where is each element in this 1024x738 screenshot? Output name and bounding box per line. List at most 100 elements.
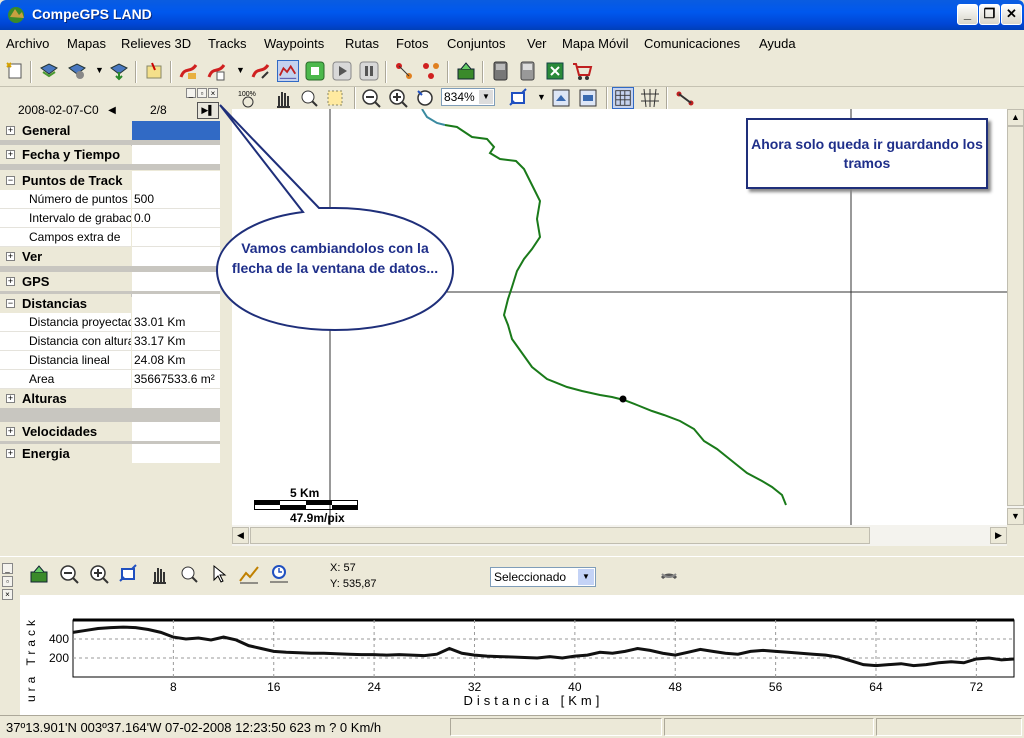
profile-chart-canvas[interactable]: 8 16 24 32 40 48 56 64 72 200 400 Distancia [Km] ura… (20, 595, 1024, 715)
route-icon[interactable] (393, 60, 415, 82)
menu-relieves-3d[interactable]: Relieves 3D (121, 36, 191, 51)
category-energia[interactable]: + Energia (0, 444, 220, 463)
menu-mapas[interactable]: Mapas (67, 36, 106, 51)
category-distancias[interactable]: − Distancias (0, 294, 220, 313)
track-edit-icon[interactable] (250, 60, 272, 82)
menu-ayuda[interactable]: Ayuda (759, 36, 796, 51)
menu-tracks[interactable]: Tracks (208, 36, 247, 51)
panel-close-icon[interactable]: × (208, 88, 218, 98)
map-settings-icon[interactable] (66, 60, 88, 82)
category-alturas[interactable]: + Alturas (0, 389, 220, 408)
expand-icon[interactable]: + (6, 449, 15, 458)
track-open-icon[interactable] (178, 60, 200, 82)
category-ver[interactable]: + Ver (0, 247, 220, 266)
horizontal-scrollbar[interactable]: ◀ ▶ (232, 525, 1007, 546)
collapse-icon[interactable]: − (6, 176, 15, 185)
track-new-icon[interactable] (206, 60, 228, 82)
property-row[interactable]: Intervalo de grabación 0.0 (0, 209, 220, 228)
profile-edit-icon[interactable] (238, 563, 260, 585)
property-row[interactable]: Distancia con altura 33.17 Km (0, 332, 220, 351)
category-velocidades[interactable]: + Velocidades (0, 422, 220, 441)
menu-ver[interactable]: Ver (527, 36, 547, 51)
expand-icon[interactable]: + (6, 394, 15, 403)
menu-archivo[interactable]: Archivo (6, 36, 49, 51)
minimize-button[interactable]: _ (957, 4, 978, 25)
map-layer-icon[interactable] (550, 87, 572, 109)
chevron-down-icon[interactable]: ▼ (479, 90, 493, 104)
restore-button[interactable]: ❐ (979, 4, 1000, 25)
scroll-down-icon[interactable]: ▼ (1007, 508, 1024, 525)
shop-icon[interactable] (571, 60, 593, 82)
profile-close-icon[interactable]: × (2, 589, 13, 600)
menu-mapa-movil[interactable]: Mapa Móvil (562, 36, 628, 51)
close-button[interactable]: ✕ (1001, 4, 1022, 25)
scroll-up-icon[interactable]: ▲ (1007, 109, 1024, 126)
category-general[interactable]: + General (0, 121, 220, 140)
map-download-icon[interactable] (108, 60, 130, 82)
menu-waypoints[interactable]: Waypoints (264, 36, 324, 51)
map-view-icon[interactable] (577, 87, 599, 109)
grid-icon[interactable] (612, 87, 634, 109)
vertical-scrollbar[interactable]: ▲ ▼ (1007, 109, 1024, 525)
zoom-window-icon[interactable] (178, 563, 200, 585)
zoom-in-icon[interactable] (88, 563, 110, 585)
category-fecha-y-tiempo[interactable]: + Fecha y Tiempo (0, 145, 220, 164)
property-row[interactable]: Campos extra de (0, 228, 220, 247)
dropdown-arrow-icon[interactable]: ▼ (95, 65, 104, 75)
collapse-icon[interactable]: − (6, 299, 15, 308)
waypoint-icon[interactable] (143, 60, 165, 82)
measure-distance-icon[interactable] (674, 87, 696, 109)
new-icon[interactable] (4, 60, 26, 82)
menu-comunicaciones[interactable]: Comunicaciones (644, 36, 740, 51)
export-icon[interactable] (544, 60, 566, 82)
route-edit-icon[interactable] (420, 60, 442, 82)
property-row[interactable]: Número de puntos 500 (0, 190, 220, 209)
fit-view-icon[interactable] (118, 563, 140, 585)
open-map-icon[interactable] (38, 60, 60, 82)
track-line[interactable] (444, 124, 787, 506)
play-icon[interactable] (331, 60, 353, 82)
chevron-down-icon[interactable]: ▼ (537, 92, 546, 102)
select-arrow-icon[interactable] (208, 563, 230, 585)
scroll-thumb[interactable] (1007, 126, 1024, 506)
expand-icon[interactable]: + (6, 150, 15, 159)
panel-float-icon[interactable]: ▫ (197, 88, 207, 98)
category-puntos-de-track[interactable]: − Puntos de Track (0, 171, 220, 190)
fit-map-icon[interactable] (508, 87, 530, 109)
profile-minimize-icon[interactable]: _ (2, 563, 13, 574)
link-icon[interactable] (658, 565, 680, 587)
zoom-out-icon[interactable] (58, 563, 80, 585)
property-row[interactable]: Distancia proyectada 33.01 Km (0, 313, 220, 332)
expand-icon[interactable]: + (6, 126, 15, 135)
gps-device-icon[interactable] (455, 60, 477, 82)
profile-chart-icon[interactable] (277, 60, 299, 82)
pan-hand-icon[interactable] (148, 563, 170, 585)
profile-mode-select[interactable]: Seleccionado ▼ (490, 567, 596, 587)
gps-receive-icon[interactable] (490, 60, 512, 82)
expand-icon[interactable]: + (6, 427, 15, 436)
menu-fotos[interactable]: Fotos (396, 36, 429, 51)
expand-icon[interactable]: + (6, 252, 15, 261)
record-icon[interactable] (304, 60, 326, 82)
gps-send-icon[interactable] (517, 60, 539, 82)
scroll-left-icon[interactable]: ◀ (232, 527, 249, 544)
pause-icon[interactable] (358, 60, 380, 82)
category-gps[interactable]: + GPS (0, 272, 220, 291)
scroll-thumb[interactable] (250, 527, 870, 544)
gps-device-icon[interactable] (28, 563, 50, 585)
menu-rutas[interactable]: Rutas (345, 36, 379, 51)
dropdown-arrow-icon[interactable]: ▼ (236, 65, 245, 75)
panel-minimize-icon[interactable]: _ (186, 88, 196, 98)
profile-float-icon[interactable]: ▫ (2, 576, 13, 587)
property-row[interactable]: Area 35667533.6 m² (0, 370, 220, 389)
expand-icon[interactable]: + (6, 277, 15, 286)
coordinate-grid-icon[interactable] (639, 87, 661, 109)
chevron-down-icon[interactable]: ▼ (578, 569, 594, 585)
previous-track-arrow-icon[interactable]: ◀ (104, 103, 120, 118)
scroll-right-icon[interactable]: ▶ (990, 527, 1007, 544)
property-row[interactable]: Distancia lineal 24.08 Km (0, 351, 220, 370)
menu-conjuntos[interactable]: Conjuntos (447, 36, 506, 51)
track-point-marker[interactable] (619, 395, 627, 403)
elevation-profile-chart[interactable]: 8 16 24 32 40 48 56 64 72 200 400 Distancia [Km] ura… (20, 595, 1024, 715)
time-axis-icon[interactable] (268, 563, 290, 585)
